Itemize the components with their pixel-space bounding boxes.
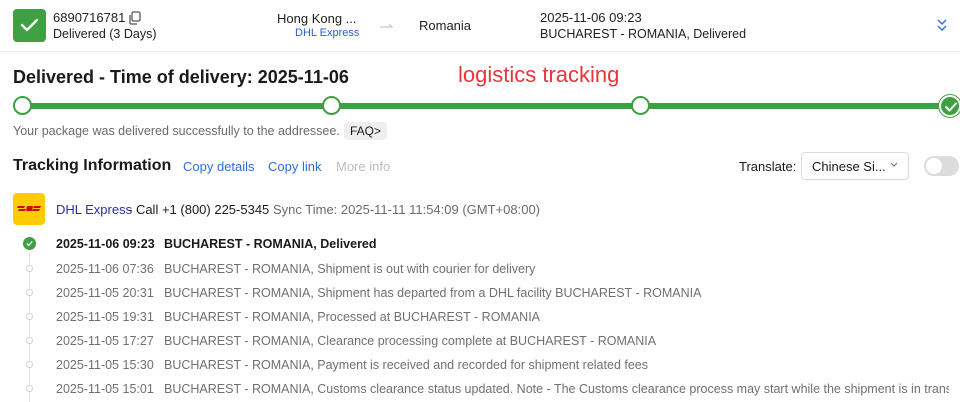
check-icon [945, 102, 957, 112]
shipment-status: Delivered (3 Days) [53, 27, 157, 41]
expand-icon[interactable] [935, 18, 949, 32]
timeline-line [29, 252, 30, 402]
event-dot [26, 313, 33, 320]
origin-country: Hong Kong ... [277, 11, 357, 26]
latest-event-desc: BUCHAREST - ROMANIA, Delivered [540, 27, 747, 41]
progress-step-delivered [939, 95, 960, 117]
carrier-label[interactable]: DHL Express [295, 27, 359, 39]
more-info-link[interactable]: More info [336, 159, 390, 174]
event-desc: BUCHAREST - ROMANIA, Payment is received… [164, 358, 648, 372]
delivered-status-icon [13, 9, 46, 42]
translate-label: Translate: [739, 159, 797, 174]
dhl-wordmark-icon [17, 206, 41, 211]
copy-link-link[interactable]: Copy link [268, 159, 321, 174]
dhl-logo [13, 193, 45, 225]
latest-event-time: 2025-11-06 09:23 [540, 10, 642, 25]
event-desc: BUCHAREST - ROMANIA, Delivered [164, 237, 377, 251]
delivery-progress-bar [22, 103, 950, 109]
event-time: 2025-11-05 20:31 [56, 286, 154, 300]
progress-step-3 [631, 96, 650, 115]
annotation-text: logistics tracking [458, 62, 620, 87]
sync-time: Sync Time: 2025-11-11 11:54:09 (GMT+08:0… [273, 202, 541, 217]
progress-step-2 [322, 96, 341, 115]
event-dot [26, 337, 33, 344]
event-desc: BUCHAREST - ROMANIA, Clearance processin… [164, 334, 657, 348]
chevron-down-icon [890, 162, 898, 167]
tracking-info-title: Tracking Information [13, 157, 172, 174]
translate-selected-value: Chinese Si... [812, 159, 886, 174]
event-time: 2025-11-06 07:36 [56, 262, 154, 276]
translate-language-select[interactable]: Chinese Si... [801, 152, 909, 180]
event-dot [26, 289, 33, 296]
destination-country: Romania [419, 18, 472, 33]
event-desc: BUCHAREST - ROMANIA, Customs clearance s… [164, 382, 949, 396]
carrier-phone: - Call +1 (800) 225-5345 [128, 202, 270, 217]
delivery-title: Delivered - Time of delivery: 2025-11-06 [13, 67, 349, 87]
check-icon [20, 18, 39, 32]
carrier-name-link[interactable]: DHL Express [56, 202, 132, 217]
event-dot [26, 361, 33, 368]
event-time: 2025-11-05 17:27 [56, 334, 154, 348]
delivery-message: Your package was delivered successfully … [13, 124, 340, 138]
tracking-number: 6890716781 [53, 10, 126, 25]
event-dot-latest [23, 237, 36, 250]
event-time: 2025-11-05 19:31 [56, 310, 154, 324]
translate-toggle[interactable] [924, 156, 959, 176]
faq-button[interactable]: FAQ> [344, 122, 388, 140]
route-arrow-icon [380, 23, 394, 28]
event-desc: BUCHAREST - ROMANIA, Processed at BUCHAR… [164, 310, 541, 324]
event-time: 2025-11-05 15:30 [56, 358, 154, 372]
toggle-knob [926, 158, 942, 174]
event-time: 2025-11-05 15:01 [56, 382, 154, 396]
event-desc: BUCHAREST - ROMANIA, Shipment is out wit… [164, 262, 536, 276]
event-dot [26, 385, 33, 392]
shipment-header: 6890716781 Delivered (3 Days) Hong Kong … [0, 0, 960, 52]
check-icon [26, 241, 33, 247]
event-time: 2025-11-06 09:23 [56, 237, 155, 251]
event-desc: BUCHAREST - ROMANIA, Shipment has depart… [164, 286, 702, 300]
copy-icon[interactable] [128, 11, 142, 25]
copy-details-link[interactable]: Copy details [183, 159, 255, 174]
event-dot [26, 265, 33, 272]
progress-step-1 [13, 96, 32, 115]
